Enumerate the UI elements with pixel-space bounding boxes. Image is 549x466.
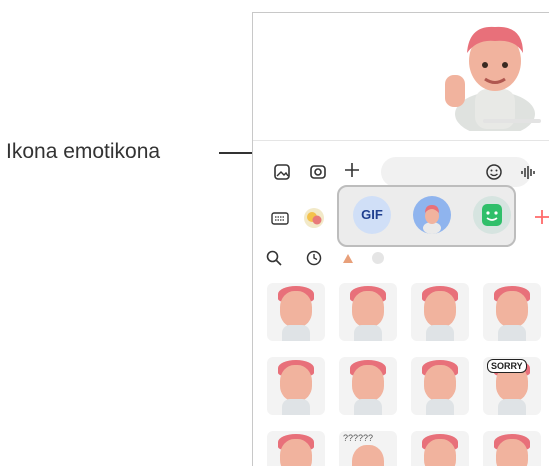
- message-input-field[interactable]: [381, 157, 531, 187]
- emoji-icon[interactable]: [485, 163, 503, 187]
- sticker-item[interactable]: [483, 431, 541, 466]
- sticker-item[interactable]: [483, 283, 541, 341]
- sticker-item[interactable]: [411, 283, 469, 341]
- sticker-item[interactable]: [411, 431, 469, 466]
- ar-emoji-tab[interactable]: [413, 196, 451, 234]
- sticker-text: ??????: [343, 433, 374, 443]
- gif-label: GIF: [361, 207, 383, 222]
- sticker-item[interactable]: [411, 357, 469, 415]
- emoji-panel-highlight: GIF: [337, 185, 516, 247]
- sticker-item[interactable]: [339, 283, 397, 341]
- sticker-text: SORRY: [487, 359, 527, 373]
- plus-icon[interactable]: [343, 161, 361, 185]
- phone-screen: GIF SORRY ??????: [252, 12, 549, 466]
- bitmoji-icon[interactable]: [303, 207, 325, 235]
- message-timestamp-placeholder: [483, 119, 541, 123]
- avatar-message-image: [435, 19, 545, 136]
- camera-icon[interactable]: [309, 163, 327, 187]
- sticker-item[interactable]: [339, 357, 397, 415]
- divider: [253, 140, 549, 141]
- category-icon[interactable]: [371, 251, 385, 270]
- clock-icon[interactable]: [305, 249, 323, 273]
- sticker-item[interactable]: ??????: [339, 431, 397, 466]
- category-icon[interactable]: [341, 251, 355, 270]
- sticker-item[interactable]: [267, 357, 325, 415]
- sticker-item[interactable]: [267, 283, 325, 341]
- sticker-tab[interactable]: [473, 196, 511, 234]
- gif-tab[interactable]: GIF: [353, 196, 391, 234]
- voice-icon[interactable]: [519, 163, 537, 187]
- search-icon[interactable]: [265, 249, 283, 273]
- sticker-item[interactable]: SORRY: [483, 357, 541, 415]
- keyboard-icon[interactable]: [271, 209, 289, 233]
- callout-label: Ikona emotikona: [6, 140, 161, 163]
- gallery-icon[interactable]: [273, 163, 291, 187]
- sticker-search-row: [253, 245, 549, 273]
- sticker-item[interactable]: [267, 431, 325, 466]
- add-icon[interactable]: [534, 208, 549, 231]
